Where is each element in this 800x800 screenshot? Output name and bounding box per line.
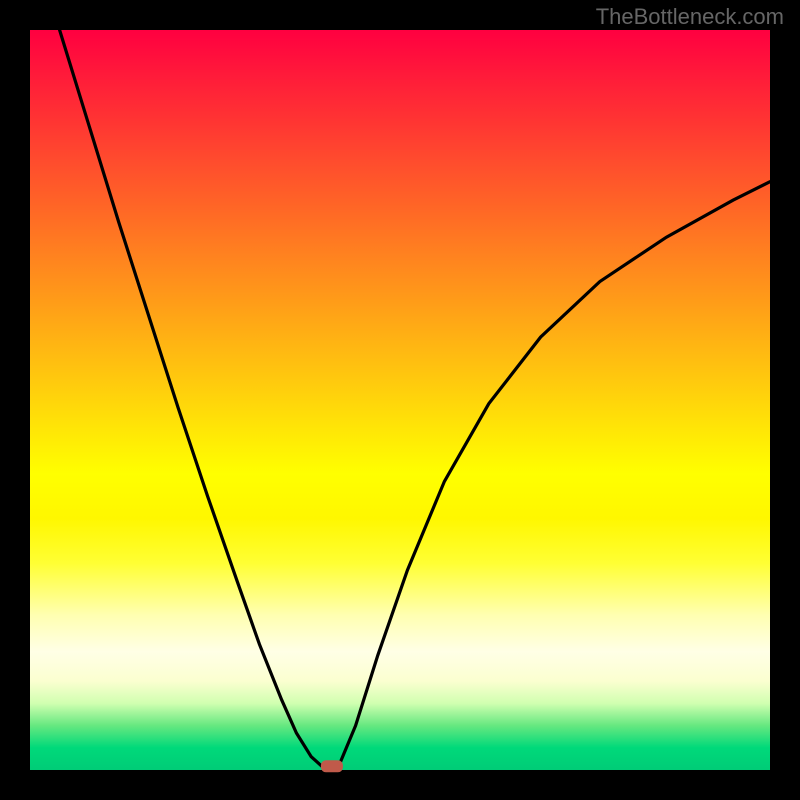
curve-right-branch [337, 182, 770, 770]
minimum-marker [321, 760, 343, 772]
watermark-text: TheBottleneck.com [596, 4, 784, 30]
curve-left-branch [60, 30, 326, 770]
chart-plot-area [30, 30, 770, 770]
chart-svg [30, 30, 770, 770]
